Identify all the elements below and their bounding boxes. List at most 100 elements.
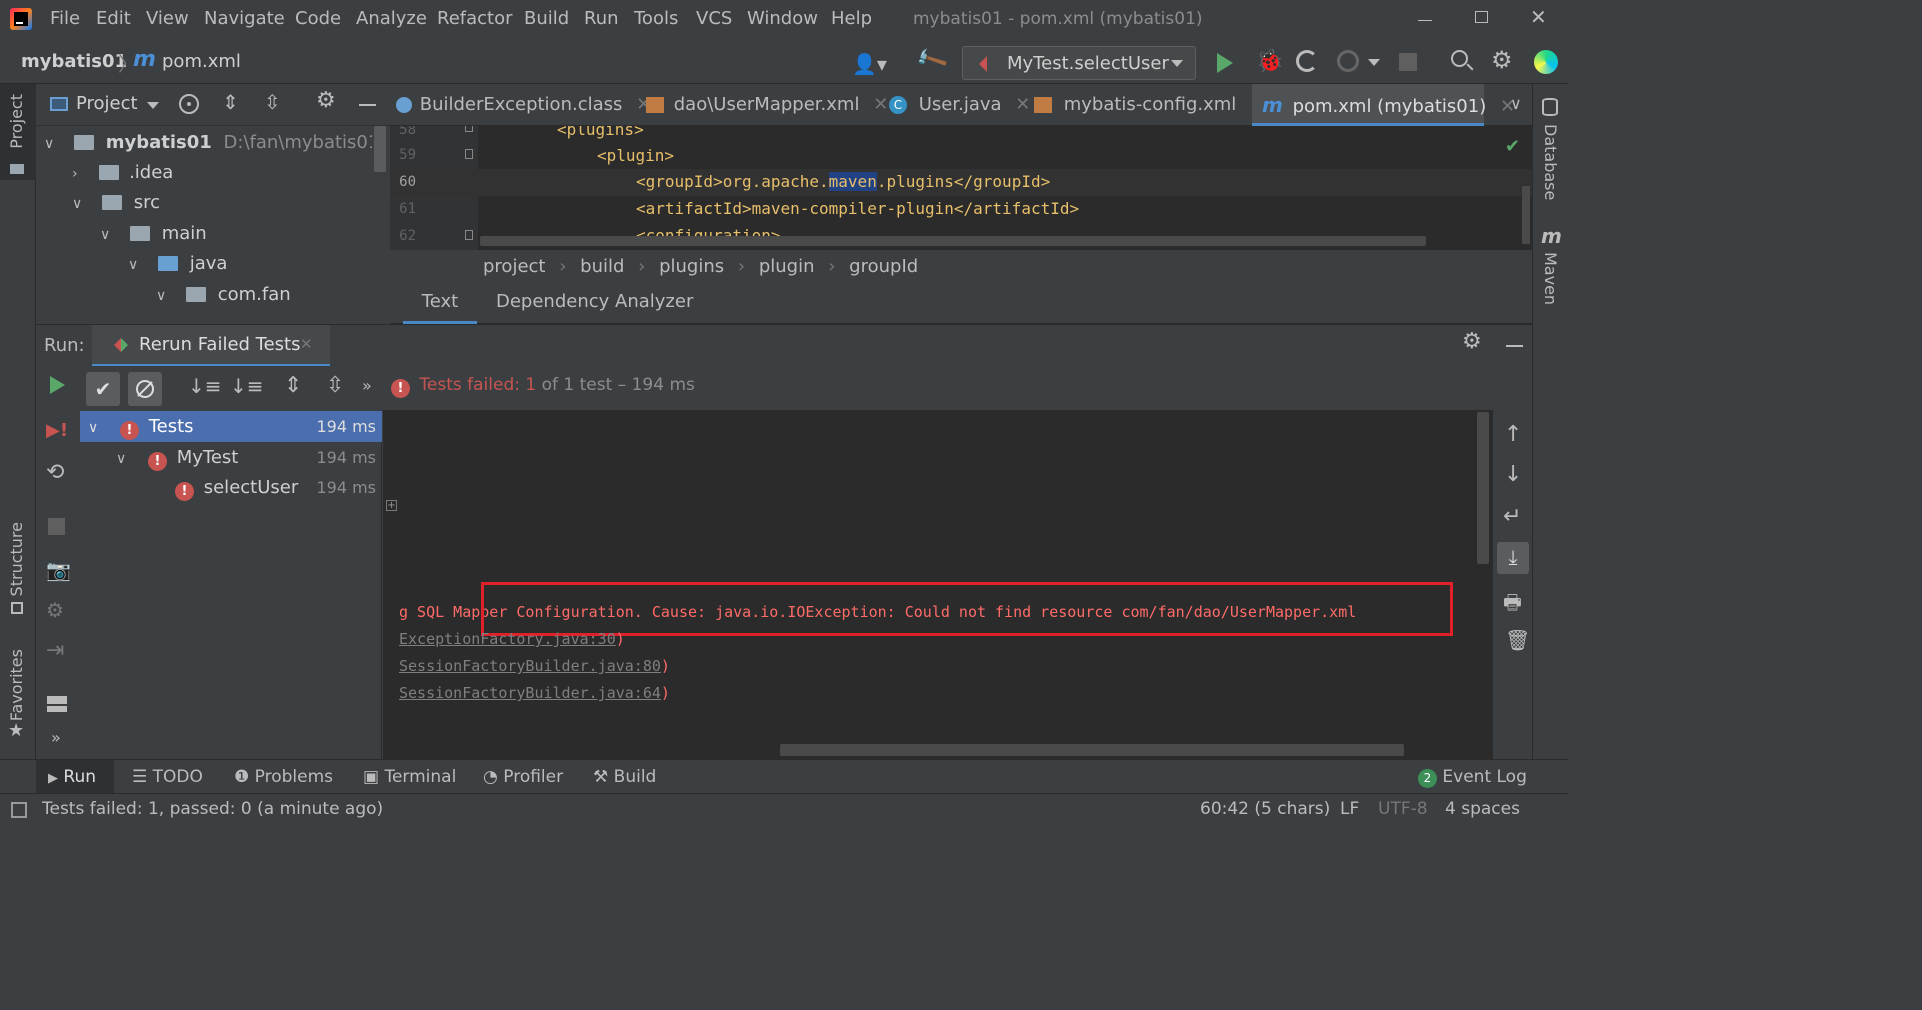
tool-tab-event-log[interactable]: 2 Event Log [1418, 760, 1527, 794]
tab-text[interactable]: Text [403, 284, 477, 324]
stack-trace-link[interactable]: ExceptionFactory.java:30 [399, 630, 616, 648]
tab-rerun-failed-tests[interactable]: Rerun Failed Tests ✕ [92, 325, 330, 367]
indent-setting[interactable]: 4 spaces [1445, 799, 1520, 819]
hide-panel-icon[interactable] [1506, 345, 1523, 347]
up-arrow-icon[interactable]: ↑ [1504, 422, 1522, 447]
caret-position[interactable]: 60:42 (5 chars) [1200, 799, 1330, 819]
settings-gear-icon[interactable]: ⚙ [1491, 46, 1513, 74]
restore-icon[interactable] [1475, 11, 1488, 23]
menu-file[interactable]: File [50, 8, 80, 29]
menu-view[interactable]: View [146, 8, 189, 29]
toolbox-icon[interactable] [1534, 50, 1558, 74]
close-tab-icon[interactable]: ✕ [1015, 94, 1030, 115]
profiler-icon[interactable] [1337, 50, 1359, 72]
console-vertical-scrollbar[interactable] [1477, 412, 1489, 564]
menu-edit[interactable]: Edit [96, 8, 131, 29]
minimize-icon[interactable] [1418, 20, 1432, 21]
rerun-icon[interactable] [50, 376, 65, 394]
more-actions-icon[interactable]: » [51, 728, 61, 747]
scroll-to-end-icon[interactable]: ⤓ [1497, 542, 1529, 574]
tree-item-idea[interactable]: › .idea [72, 157, 173, 188]
run-icon[interactable] [1217, 53, 1233, 73]
menu-build[interactable]: Build [524, 8, 569, 29]
camera-icon[interactable]: 📷 [46, 558, 71, 582]
project-panel-title[interactable]: Project [76, 93, 138, 114]
tool-tab-profiler[interactable]: ◔ Profiler [483, 760, 563, 794]
tab-user-java[interactable]: C User.java ✕ [889, 84, 1030, 126]
tree-item-main[interactable]: ∨ main [100, 218, 207, 249]
show-passed-check-icon[interactable]: ✔ [86, 372, 120, 406]
hide-panel-icon[interactable] [359, 104, 376, 106]
export-icon[interactable]: ⇥ [46, 638, 64, 663]
test-node-selectuser[interactable]: ! selectUser 194 ms [80, 472, 382, 503]
menu-code[interactable]: Code [295, 8, 341, 29]
menu-navigate[interactable]: Navigate [204, 8, 285, 29]
console-output[interactable]: + g SQL Mapper Configuration. Cause: jav… [383, 410, 1493, 759]
code-editor[interactable]: 58 59 60 61 62 <plugins> <plugin> <group… [390, 126, 1532, 250]
toggle-auto-test-icon[interactable]: ⟲ [46, 460, 64, 485]
breadcrumb-groupid[interactable]: groupId [849, 256, 918, 277]
tree-item-com-fan[interactable]: ∨ com.fan [156, 279, 291, 310]
menu-run[interactable]: Run [584, 8, 619, 29]
tool-tab-problems[interactable]: ❶ Problems [234, 760, 333, 794]
soft-wrap-icon[interactable]: ↵ [1503, 504, 1521, 529]
down-arrow-icon[interactable]: ↓ [1504, 462, 1522, 487]
horizontal-scrollbar[interactable] [480, 236, 1426, 246]
fold-marker-icon[interactable] [465, 149, 473, 159]
menu-analyze[interactable]: Analyze [356, 8, 427, 29]
gear-icon[interactable]: ⚙ [316, 88, 336, 113]
layout-icon[interactable] [47, 696, 67, 712]
breadcrumb-build[interactable]: build [580, 256, 624, 277]
expand-all-icon[interactable]: ⇕ [284, 373, 302, 398]
more-actions-icon[interactable]: » [362, 376, 372, 395]
structure-tool-button[interactable]: Structure [7, 522, 26, 596]
menu-vcs[interactable]: VCS [696, 8, 732, 29]
menu-tools[interactable]: Tools [634, 8, 678, 29]
project-tool-button[interactable]: Project [7, 94, 26, 149]
close-tab-icon[interactable]: ✕ [300, 335, 313, 353]
file-encoding[interactable]: UTF-8 [1378, 799, 1428, 819]
close-tab-icon[interactable]: ✕ [873, 94, 888, 115]
build-hammer-icon[interactable]: 🔨 [914, 43, 950, 78]
tool-tab-run[interactable]: ▶ Run [36, 760, 114, 794]
nav-file[interactable]: pom.xml [162, 51, 241, 72]
tree-item-java[interactable]: ∨ java [128, 248, 227, 279]
collapse-all-icon[interactable]: ⇳ [326, 373, 344, 398]
print-icon[interactable]: 🖶 [1503, 588, 1522, 622]
stack-trace-link[interactable]: SessionFactoryBuilder.java:80 [399, 657, 661, 675]
toggle-tool-windows-icon[interactable] [11, 802, 27, 818]
breadcrumb-plugin[interactable]: plugin [759, 256, 815, 277]
stop-icon[interactable] [1399, 53, 1417, 71]
console-horizontal-scrollbar[interactable] [780, 744, 1404, 756]
stack-trace-link[interactable]: SessionFactoryBuilder.java:64 [399, 684, 661, 702]
expand-fold-icon[interactable]: + [386, 500, 397, 511]
breadcrumb-project[interactable]: project [483, 256, 545, 277]
database-tool-button[interactable]: Database [1541, 124, 1560, 200]
chevron-down-icon[interactable] [147, 102, 159, 109]
line-separator[interactable]: LF [1340, 799, 1359, 819]
menu-refactor[interactable]: Refactor [437, 8, 513, 29]
show-ignored-icon[interactable] [128, 372, 162, 406]
gear-icon[interactable]: ⚙ [1462, 329, 1482, 354]
tab-user-mapper[interactable]: dao\UserMapper.xml ✕ [646, 84, 888, 126]
tool-tab-build[interactable]: ⚒ Build [593, 760, 656, 794]
test-node-tests[interactable]: ∨ ! Tests 194 ms [80, 411, 382, 442]
run-config-select[interactable]: MyTest.selectUser [962, 46, 1196, 80]
clear-trash-icon[interactable]: 🗑 [1505, 628, 1530, 652]
debug-icon[interactable]: 🐞 [1256, 49, 1283, 74]
vcs-user-icon[interactable]: 👤▾ [852, 52, 887, 76]
status-message[interactable]: Tests failed: 1, passed: 0 (a minute ago… [42, 799, 383, 819]
tree-scrollbar[interactable] [374, 126, 386, 172]
vertical-scrollbar[interactable] [1522, 186, 1530, 244]
maven-tool-button[interactable]: Maven [1541, 252, 1560, 305]
fold-marker-icon[interactable] [465, 126, 473, 132]
close-window-icon[interactable]: ✕ [1530, 5, 1547, 29]
tab-mybatis-config[interactable]: mybatis-config.xml ✕ [1034, 84, 1265, 126]
menu-window[interactable]: Window [747, 8, 818, 29]
tab-builder-exception[interactable]: BuilderException.class ✕ [396, 84, 651, 126]
favorites-tool-button[interactable]: Favorites [7, 649, 26, 721]
locate-icon[interactable] [179, 94, 199, 114]
breadcrumb-plugins[interactable]: plugins [659, 256, 724, 277]
menu-help[interactable]: Help [831, 8, 872, 29]
tool-tab-terminal[interactable]: ▣ Terminal [363, 760, 456, 794]
